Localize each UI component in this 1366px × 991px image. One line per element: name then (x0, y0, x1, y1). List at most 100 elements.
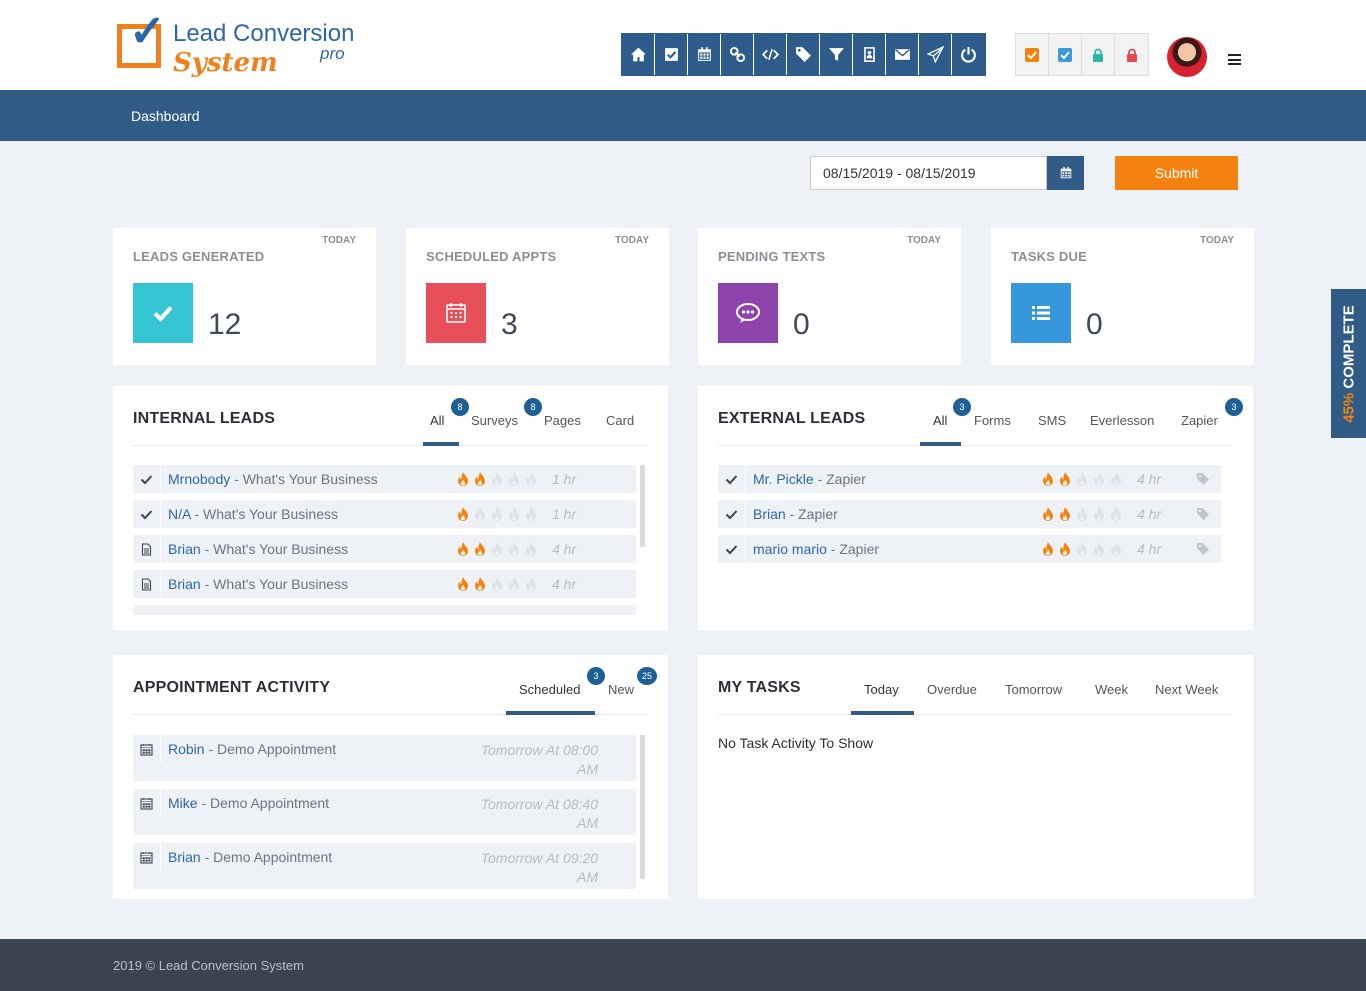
tag-icon[interactable] (1196, 507, 1210, 521)
submit-button[interactable]: Submit (1115, 156, 1238, 190)
appointment-desc: - Demo Appointment (204, 741, 337, 757)
nav-dashboard-link[interactable]: Dashboard (131, 108, 200, 124)
tag-icon[interactable] (1196, 542, 1210, 556)
header: ✓ Lead Conversion pro System (0, 0, 1366, 90)
lead-text[interactable]: Brian - Zapier (753, 506, 838, 522)
lead-name[interactable]: Brian (168, 541, 201, 557)
lead-name[interactable]: Brian (753, 506, 786, 522)
link-icon[interactable] (721, 34, 754, 75)
tab-tomorrow[interactable]: Tomorrow (1005, 682, 1062, 697)
flame-icon-empty (492, 577, 502, 591)
list-item[interactable]: N/A - What's Your Business 1 hr (133, 500, 636, 528)
date-range-input[interactable] (810, 156, 1047, 190)
list-item[interactable]: Robin - Demo Appointment Tomorrow At 08:… (133, 735, 636, 781)
appointment-name[interactable]: Mike (168, 795, 198, 811)
completion-percent: 45% (1340, 392, 1357, 423)
flame-icon-filled (458, 507, 468, 521)
list-item[interactable]: Mrnobody - What's Your Business 1 hr (133, 465, 636, 493)
menu-icon[interactable] (1228, 54, 1241, 65)
tab-scheduled[interactable]: Scheduled (519, 682, 580, 697)
appointment-text[interactable]: Robin - Demo Appointment (168, 741, 336, 757)
tab-week[interactable]: Week (1095, 682, 1128, 697)
envelope-icon[interactable] (886, 34, 919, 75)
appointment-tabs: Scheduled 3 New 25 (133, 655, 657, 715)
tab-sms[interactable]: SMS (1038, 413, 1066, 428)
list-item[interactable]: Mike - Demo Appointment Tomorrow At 08:4… (133, 789, 636, 835)
avatar[interactable] (1167, 37, 1207, 77)
teal-lock-icon[interactable] (1082, 34, 1115, 75)
appointment-name[interactable]: Brian (168, 849, 201, 865)
lead-name[interactable]: Mrnobody (168, 471, 230, 487)
tab-forms[interactable]: Forms (974, 413, 1011, 428)
lead-text[interactable]: N/A - What's Your Business (168, 506, 338, 522)
lead-source: - What's Your Business (230, 471, 378, 487)
home-icon[interactable] (622, 34, 655, 75)
code-icon[interactable] (754, 34, 787, 75)
filter-icon[interactable] (820, 34, 853, 75)
logo[interactable]: ✓ Lead Conversion pro System (115, 10, 355, 80)
red-lock-icon[interactable] (1115, 34, 1148, 75)
external-leads-panel: EXTERNAL LEADS All 3 Forms SMS Everlesso… (698, 386, 1253, 630)
tab-zapier[interactable]: Zapier (1181, 413, 1218, 428)
blue-check-icon[interactable] (1049, 34, 1082, 75)
check-square-icon[interactable] (655, 34, 688, 75)
contacts-icon[interactable] (853, 34, 886, 75)
check-icon (718, 500, 746, 528)
tab-all[interactable]: All (933, 413, 947, 428)
lead-name[interactable]: Brian (168, 576, 201, 592)
document-icon (133, 570, 161, 598)
appointment-text[interactable]: Mike - Demo Appointment (168, 795, 329, 811)
lead-score (455, 576, 539, 592)
tag-icon[interactable] (1196, 472, 1210, 486)
tab-next-week[interactable]: Next Week (1155, 682, 1218, 697)
logo-text-line2: System (173, 48, 278, 78)
orange-check-icon[interactable] (1016, 34, 1049, 75)
list-item[interactable]: Brian - Demo Appointment Tomorrow At 09:… (133, 843, 636, 889)
tab-pages[interactable]: Pages (544, 413, 581, 428)
tab-everlesson[interactable]: Everlesson (1090, 413, 1154, 428)
check-icon (133, 283, 193, 343)
flame-icon-empty (526, 577, 536, 591)
stat-card-leads: LEADS GENERATED TODAY 12 (113, 228, 376, 365)
lead-text[interactable]: Brian - What's Your Business (168, 576, 348, 592)
list-item[interactable]: Brian - What's Your Business 4 hr (133, 570, 636, 598)
logo-check-icon: ✓ (129, 7, 166, 56)
tab-overdue[interactable]: Overdue (927, 682, 977, 697)
list-item[interactable]: Brian - What's Your Business 4 hr (133, 535, 636, 563)
power-icon[interactable] (952, 34, 985, 75)
send-icon[interactable] (919, 34, 952, 75)
list-item[interactable]: mario mario - Zapier 4 hr (718, 535, 1221, 563)
stat-value: 0 (1086, 308, 1103, 341)
tab-new[interactable]: New (608, 682, 634, 697)
lead-name[interactable]: N/A (168, 506, 191, 522)
tab-card[interactable]: Card (606, 413, 634, 428)
lead-text[interactable]: Brian - What's Your Business (168, 541, 348, 557)
lead-text[interactable]: Mr. Pickle - Zapier (753, 471, 866, 487)
lead-text[interactable]: mario mario - Zapier (753, 541, 879, 557)
stat-title: LEADS GENERATED (133, 249, 265, 264)
stat-value: 0 (793, 308, 810, 341)
appointment-name[interactable]: Robin (168, 741, 205, 757)
list-item[interactable]: Mr. Pickle - Zapier 4 hr (718, 465, 1221, 493)
scrollbar[interactable] (640, 465, 645, 547)
lead-score (1040, 471, 1124, 487)
tags-icon[interactable] (787, 34, 820, 75)
scrollbar[interactable] (640, 735, 645, 879)
lead-name[interactable]: Mr. Pickle (753, 471, 814, 487)
calendar-icon[interactable] (688, 34, 721, 75)
appointment-text[interactable]: Brian - Demo Appointment (168, 849, 332, 865)
copyright-text: 2019 © Lead Conversion System (113, 958, 304, 973)
tab-surveys[interactable]: Surveys (471, 413, 518, 428)
lead-source: - What's Your Business (200, 541, 349, 557)
lead-text[interactable]: Mrnobody - What's Your Business (168, 471, 378, 487)
calendar-icon[interactable] (1047, 156, 1084, 190)
flame-icon-filled (1060, 507, 1070, 521)
active-tab-indicator (506, 711, 595, 715)
lead-name[interactable]: mario mario (753, 541, 827, 557)
profile-completion-tab[interactable]: 45% COMPLETE (1331, 289, 1366, 438)
appointment-time: Tomorrow At 09:20 AM (480, 850, 598, 885)
tab-today[interactable]: Today (864, 682, 899, 697)
appointment-activity-panel: APPOINTMENT ACTIVITY Scheduled 3 New 25 … (113, 655, 668, 899)
list-item[interactable]: Brian - Zapier 4 hr (718, 500, 1221, 528)
tab-all[interactable]: All (430, 413, 444, 428)
